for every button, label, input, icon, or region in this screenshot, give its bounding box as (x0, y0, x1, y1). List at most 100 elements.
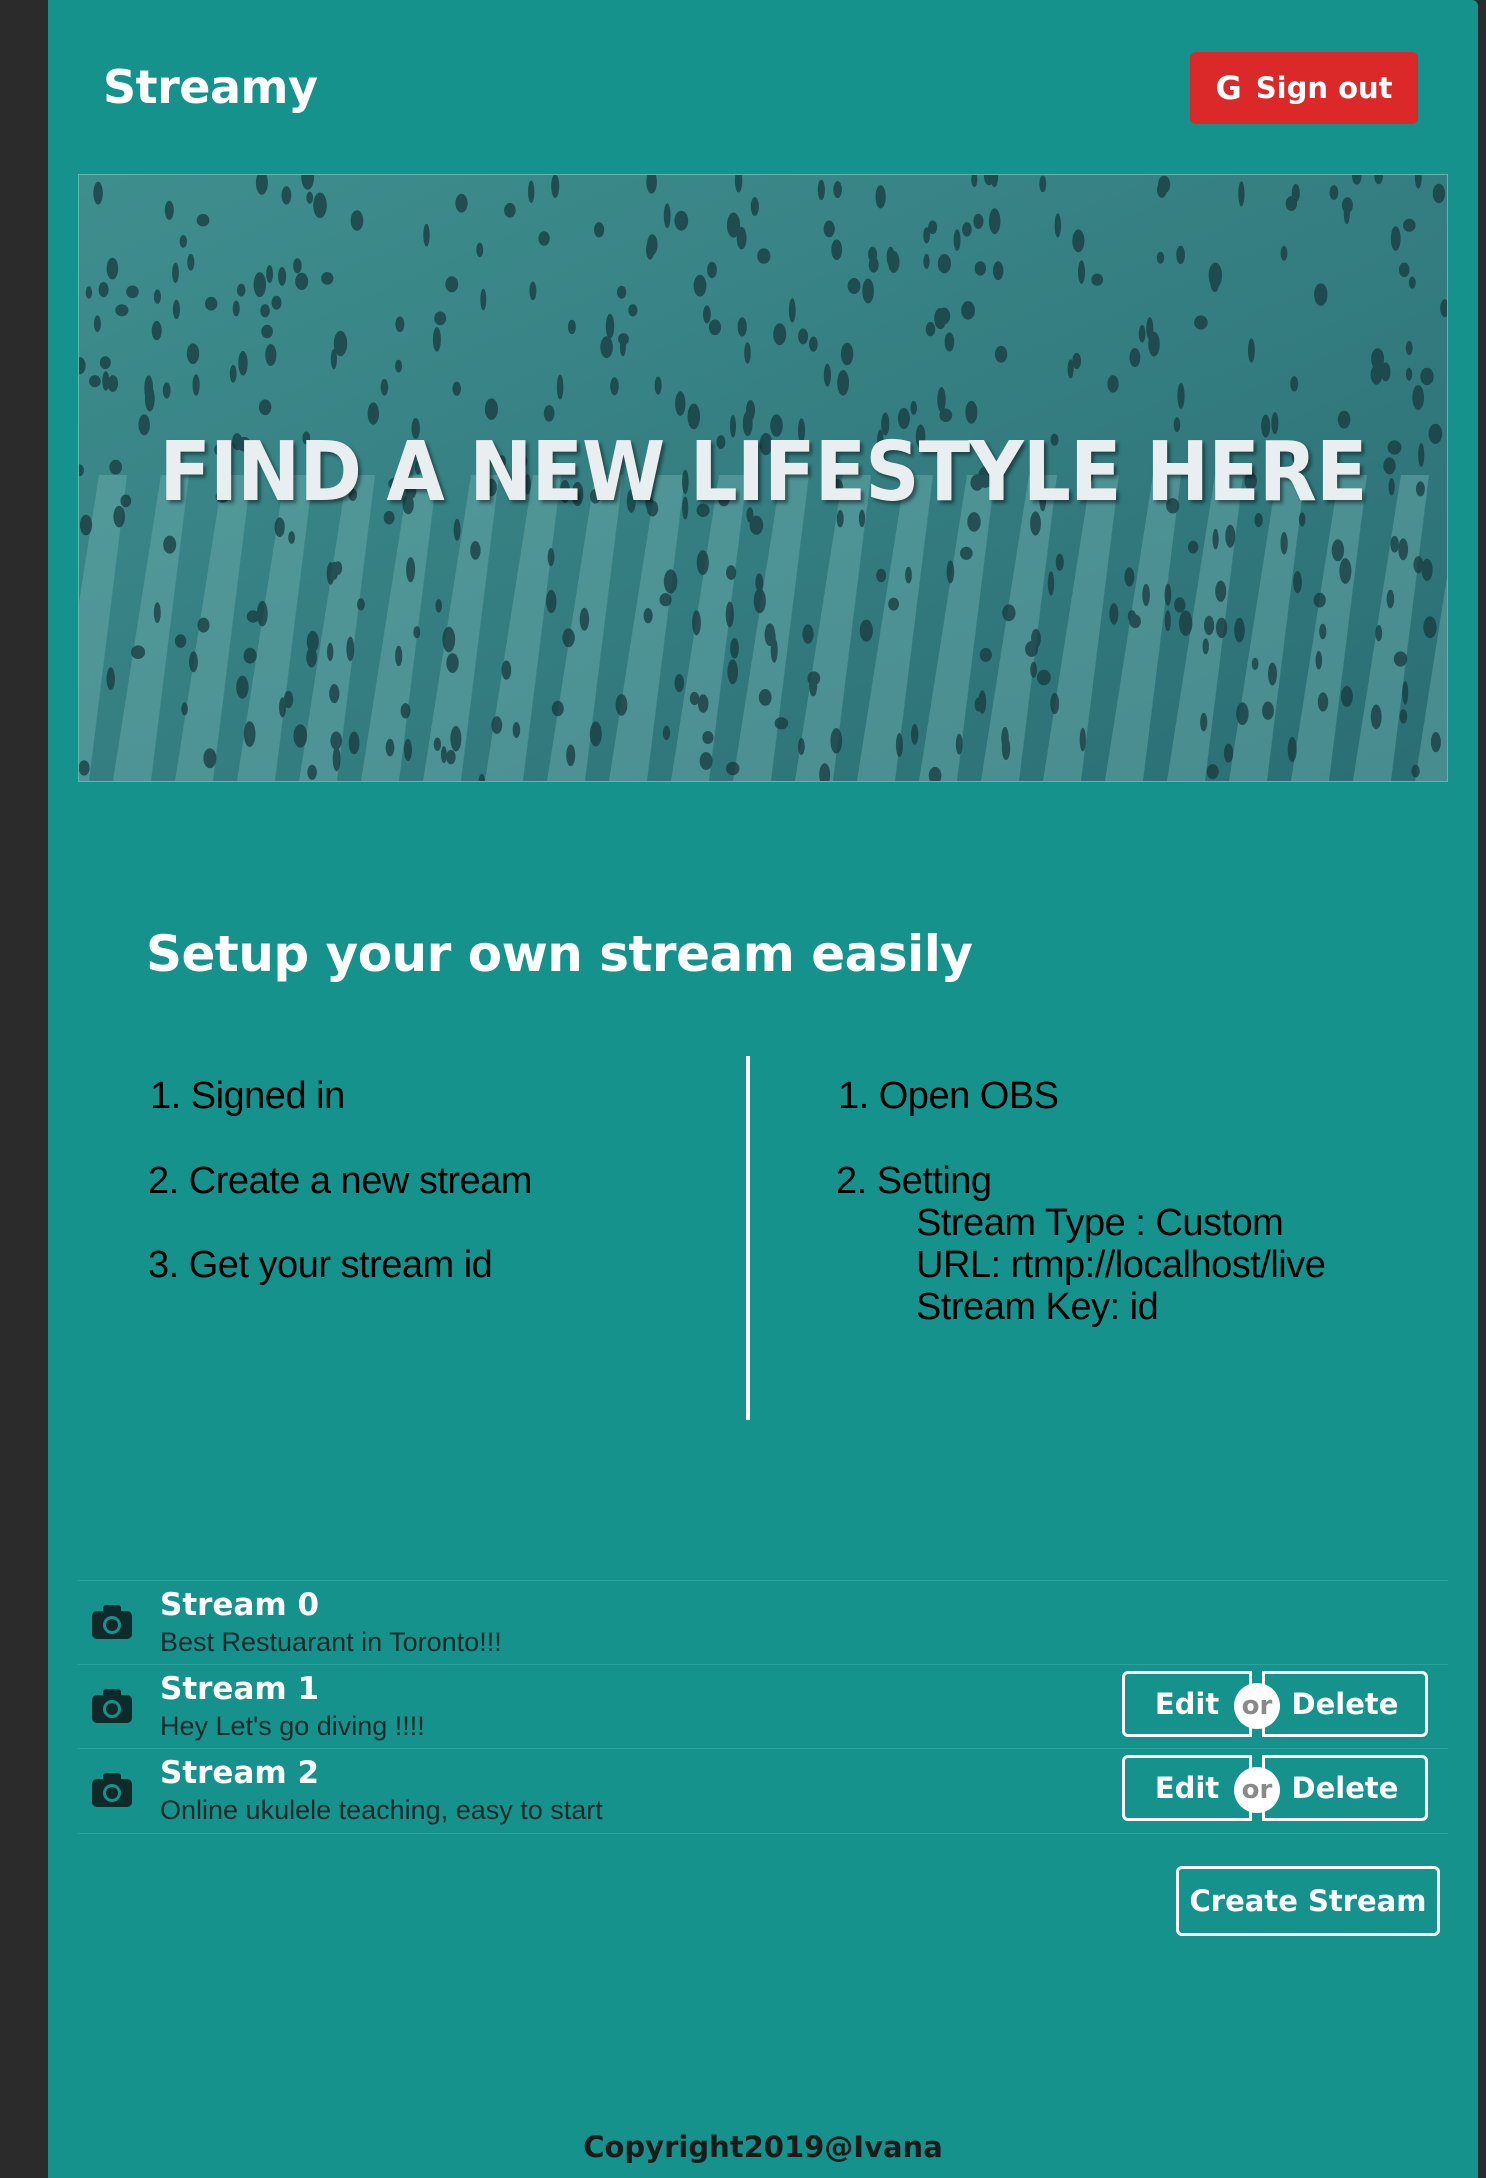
delete-button[interactable]: Delete (1262, 1671, 1428, 1737)
crowd-figure (703, 305, 711, 324)
crowd-figure (346, 636, 355, 662)
crowd-figure (266, 265, 274, 283)
crowd-figure (663, 569, 678, 594)
crowd-figure (833, 181, 842, 199)
crowd-figure (758, 689, 772, 706)
crowd-figure (974, 261, 986, 276)
crowd-figure (697, 694, 709, 713)
crowd-figure (1315, 651, 1323, 670)
crowd-figure (646, 240, 655, 260)
crowd-figure (1339, 558, 1352, 584)
stream-title[interactable]: Stream 2 (160, 1755, 319, 1791)
crowd-figure (321, 272, 334, 285)
crowd-figure (528, 180, 535, 203)
crowd-figure (1291, 184, 1300, 203)
crowd-figure (1411, 764, 1420, 778)
crowd-figure (1418, 443, 1425, 467)
stream-description: Best Restuarant in Toronto!!! (160, 1627, 502, 1657)
crowd-figure (1236, 702, 1249, 726)
crowd-figure (93, 181, 103, 205)
crowd-figure (281, 186, 292, 205)
crowd-figure (501, 660, 512, 680)
crowd-figure (989, 208, 1001, 235)
crowd-figure (271, 295, 282, 310)
sign-out-button[interactable]: G Sign out (1190, 52, 1418, 124)
crowd-figure (99, 356, 111, 370)
crowd-figure (232, 300, 240, 317)
crowd-figure (512, 722, 521, 738)
crowd-figure (1039, 175, 1047, 193)
crowd-figure (1398, 262, 1410, 278)
crowd-figure (274, 517, 285, 537)
stream-item[interactable]: Stream 0 Best Restuarant in Toronto!!! (78, 1580, 1448, 1665)
crowd-figure (837, 370, 849, 396)
crowd-figure (730, 638, 739, 659)
crowd-figure (1212, 528, 1219, 550)
crowd-figure (1158, 175, 1171, 194)
crowd-figure (1164, 583, 1172, 606)
crowd-figure (367, 402, 379, 425)
crowd-figure (1280, 531, 1288, 555)
crowd-figure (1405, 340, 1413, 356)
setting-url: URL: rtmp://localhost/live (916, 1244, 1326, 1286)
crowd-figure (452, 381, 462, 396)
hero-banner: FIND A NEW LIFESTYLE HERE (78, 174, 1448, 782)
crowd-figure (610, 377, 619, 396)
crowd-figure (404, 738, 412, 762)
crowd-figure (823, 363, 832, 387)
crowd-figure (1055, 553, 1064, 571)
crowd-figure (385, 738, 395, 757)
crowd-figure (113, 505, 125, 528)
crowd-figure (203, 748, 217, 769)
crowd-figure (1375, 625, 1383, 642)
crowd-figure (1248, 338, 1255, 363)
stream-title[interactable]: Stream 0 (160, 1587, 319, 1623)
crowd-figure (1428, 423, 1443, 444)
crowd-figure (288, 531, 295, 544)
edit-button[interactable]: Edit (1122, 1671, 1252, 1737)
crowd-figure (229, 364, 237, 383)
crowd-figure (962, 222, 972, 237)
crowd-figure (164, 200, 174, 220)
crowd-figure (1215, 580, 1227, 602)
crowd-figure (236, 283, 246, 297)
stream-item[interactable]: Stream 1 Hey Let's go diving !!!! Edit D… (78, 1664, 1448, 1749)
crowd-figure (102, 371, 110, 391)
edit-button[interactable]: Edit (1122, 1755, 1252, 1821)
create-stream-button[interactable]: Create Stream (1176, 1866, 1440, 1936)
delete-button[interactable]: Delete (1262, 1755, 1428, 1821)
crowd-figure (1072, 229, 1085, 253)
crowd-figure (279, 697, 286, 718)
right-step-2: 2. Setting (836, 1160, 992, 1202)
crowd-figure (1313, 592, 1326, 608)
crowd-figure (662, 725, 671, 741)
crowd-figure (802, 624, 814, 644)
crowd-figure (556, 374, 564, 400)
crowd-figure (628, 304, 638, 317)
crowd-figure (1215, 617, 1228, 638)
crowd-figure (579, 607, 590, 631)
crowd-figure (256, 600, 268, 627)
stream-item[interactable]: Stream 2 Online ukulele teaching, easy t… (78, 1748, 1448, 1834)
crowd-figure (767, 628, 776, 646)
crowd-figure (395, 645, 403, 667)
crowd-figure (817, 179, 825, 201)
crowd-figure (1329, 185, 1339, 200)
crowd-figure (179, 235, 187, 248)
brand-logo[interactable]: Streamy (103, 60, 318, 114)
crowd-figure (197, 617, 210, 633)
crowd-figure (960, 546, 973, 560)
stream-title[interactable]: Stream 1 (160, 1671, 319, 1707)
crowd-figure (85, 286, 93, 299)
camera-icon (92, 1773, 132, 1807)
crowd-figure (773, 323, 787, 346)
crowd-figure (329, 684, 340, 704)
crowd-figure (243, 721, 256, 747)
crowd-figure (1025, 641, 1039, 657)
crowd-figure (1314, 283, 1328, 306)
crowd-figure (923, 253, 930, 269)
crowd-figure (187, 253, 195, 271)
crowd-figure (470, 541, 481, 560)
crowd-figure (696, 550, 709, 575)
crowd-figure (313, 192, 327, 219)
